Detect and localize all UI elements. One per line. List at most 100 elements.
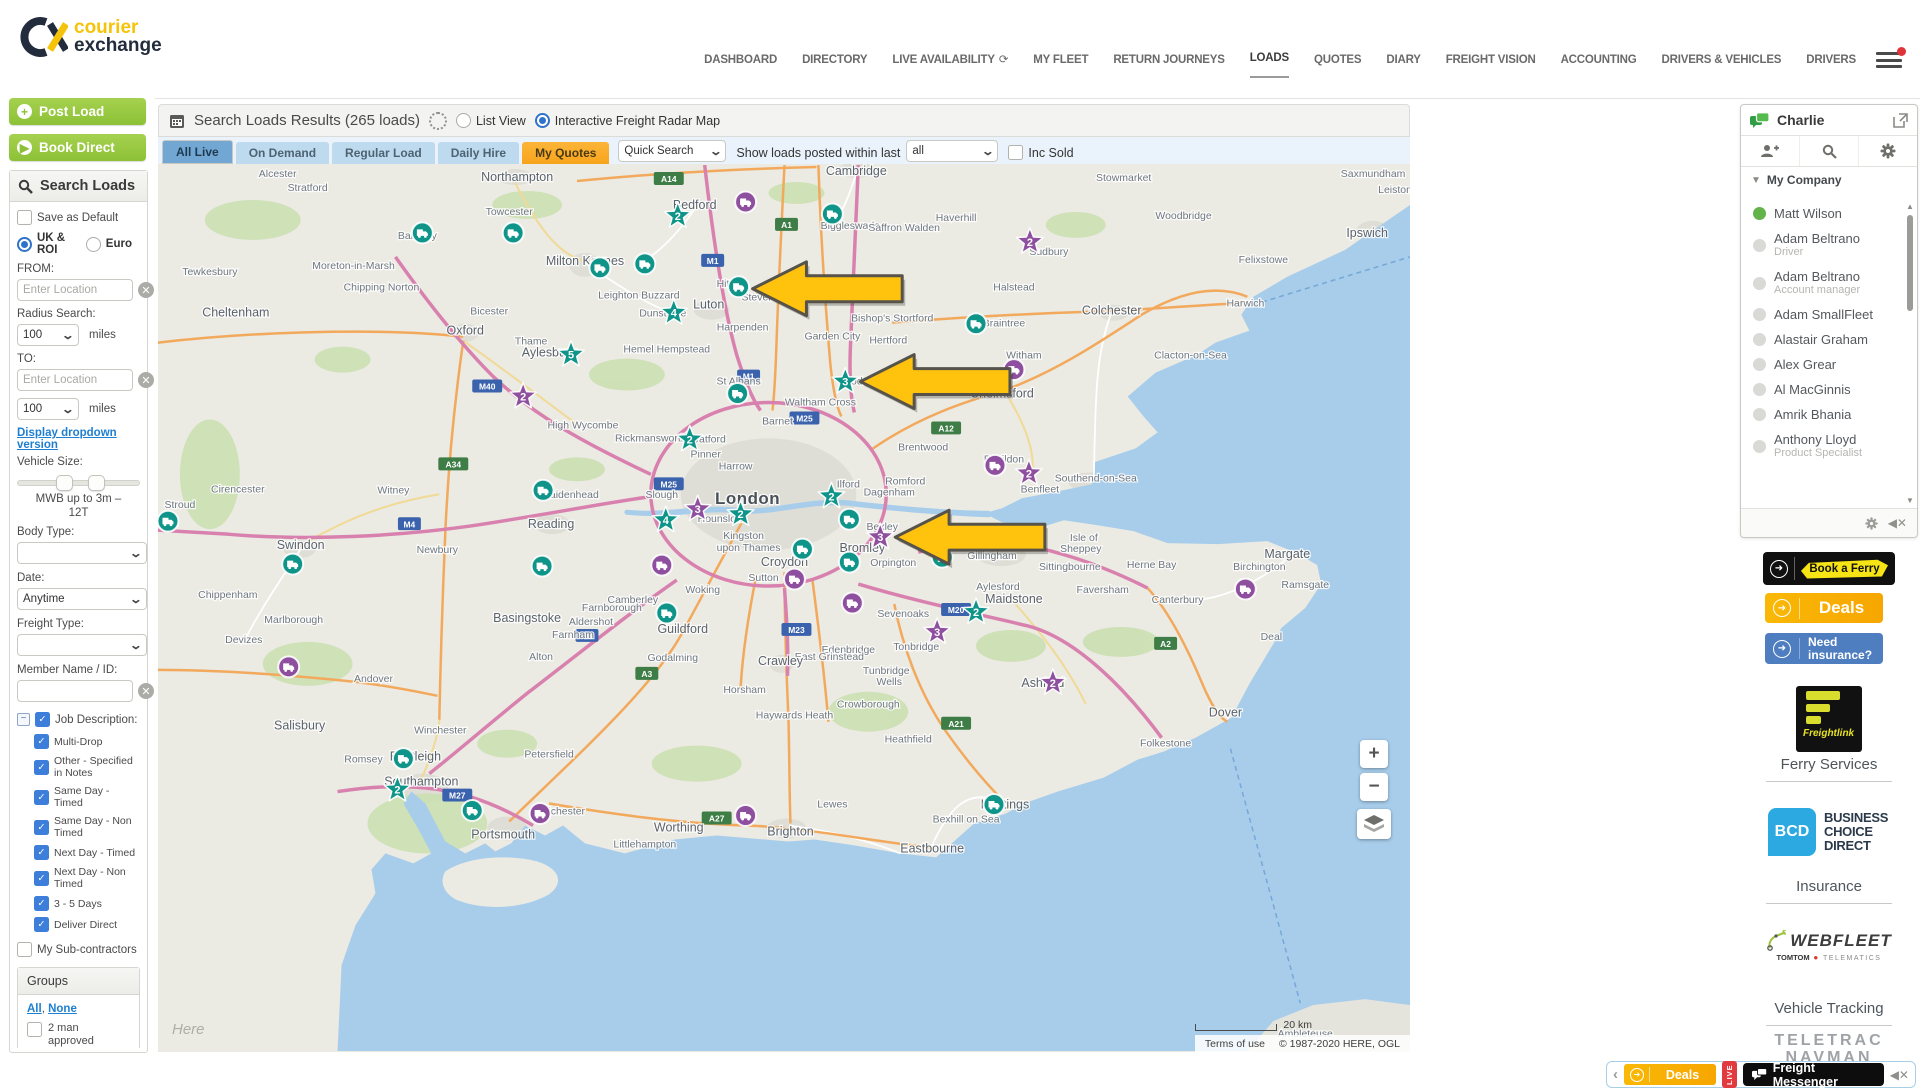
job-item-checkbox[interactable]: ✓	[34, 871, 49, 886]
load-marker[interactable]	[282, 554, 303, 575]
scroll-down-icon[interactable]: ▼	[1906, 497, 1914, 505]
contact-row[interactable]: Anthony LloydProduct Specialist	[1741, 427, 1905, 465]
hamburger-menu-icon[interactable]	[1876, 52, 1902, 70]
job-item-checkbox[interactable]: ✓	[34, 760, 49, 775]
nav-live-availability[interactable]: LIVE AVAILABILITY⟳	[892, 52, 1008, 78]
display-dropdown-version-link[interactable]: Display dropdown version	[17, 427, 140, 451]
load-marker[interactable]	[530, 803, 551, 824]
contact-row[interactable]: Amrik Bhania	[1741, 402, 1905, 427]
nav-quotes[interactable]: QUOTES	[1314, 54, 1361, 78]
search-contacts-button[interactable]	[1800, 136, 1859, 166]
nav-dashboard[interactable]: DASHBOARD	[704, 54, 777, 78]
groups-all-link[interactable]: All	[27, 1003, 42, 1015]
group-2man-checkbox[interactable]	[27, 1022, 42, 1037]
load-marker[interactable]	[651, 555, 672, 576]
body-type-select[interactable]: ⌄	[17, 542, 147, 564]
job-item-checkbox[interactable]: ✓	[34, 790, 49, 805]
load-marker[interactable]	[278, 656, 299, 677]
tab-regular-load[interactable]: Regular Load	[332, 142, 435, 164]
map-layers-button[interactable]	[1357, 809, 1391, 839]
clear-to-icon[interactable]: ✕	[138, 372, 154, 388]
bcd-insurance-ad[interactable]: BCD BUSINESSCHOICEDIRECT	[1768, 808, 1918, 856]
nav-directory[interactable]: DIRECTORY	[802, 54, 867, 78]
contact-row[interactable]: Adam BeltranoDriver	[1741, 226, 1905, 264]
refresh-icon[interactable]: ⟳	[999, 54, 1008, 66]
load-marker[interactable]	[728, 276, 749, 297]
contact-row[interactable]: Alex Grear	[1741, 352, 1905, 377]
load-marker[interactable]	[984, 794, 1005, 815]
load-marker[interactable]	[839, 552, 860, 573]
to-location-input[interactable]	[17, 369, 133, 391]
job-item-checkbox[interactable]: ✓	[34, 845, 49, 860]
load-marker[interactable]	[735, 191, 756, 212]
tab-all-live[interactable]: All Live	[162, 140, 233, 164]
gear-icon[interactable]	[1865, 517, 1878, 530]
load-marker[interactable]	[792, 539, 813, 560]
collapse-icon[interactable]: −	[17, 713, 30, 726]
deals-dock-button[interactable]: ➜ Deals	[1624, 1064, 1716, 1085]
load-marker[interactable]	[822, 203, 843, 224]
nav-accounting[interactable]: ACCOUNTING	[1561, 54, 1637, 78]
post-load-button[interactable]: + Post Load	[9, 98, 146, 125]
job-item-checkbox[interactable]: ✓	[34, 820, 49, 835]
region-radio-uk-roi[interactable]	[17, 237, 32, 252]
freight-radar-map[interactable]: M1M1M40M11M25M25M4M3M23M20M2M27A1A12A34A…	[158, 164, 1410, 1052]
region-radio-euro[interactable]	[86, 237, 101, 252]
load-marker[interactable]	[532, 556, 553, 577]
load-marker[interactable]	[839, 509, 860, 530]
mute-icon[interactable]: ◀✕	[1888, 516, 1907, 530]
tab-my-quotes[interactable]: My Quotes	[522, 142, 609, 164]
popout-icon[interactable]	[1893, 113, 1908, 128]
scrollbar-thumb[interactable]	[1907, 215, 1913, 311]
load-marker[interactable]	[589, 257, 610, 278]
tab-daily-hire[interactable]: Daily Hire	[438, 142, 519, 164]
quick-search-select[interactable]: Quick Search ⌄	[618, 140, 726, 162]
my-company-section[interactable]: ▼ My Company	[1741, 167, 1917, 193]
contact-row[interactable]: Alastair Graham	[1741, 327, 1905, 352]
load-marker[interactable]	[393, 748, 414, 769]
job-description-checkbox[interactable]: ✓	[35, 712, 50, 727]
list-view-radio[interactable]	[456, 113, 471, 128]
load-marker[interactable]	[503, 222, 524, 243]
job-item-checkbox[interactable]: ✓	[34, 734, 49, 749]
need-insurance-ad[interactable]: ➜ Need insurance?	[1765, 633, 1883, 664]
nav-return-journeys[interactable]: RETURN JOURNEYS	[1113, 54, 1224, 78]
load-marker[interactable]	[462, 800, 483, 821]
zoom-out-button[interactable]: −	[1360, 773, 1388, 801]
freight-messenger-button[interactable]: Freight Messenger	[1743, 1063, 1884, 1086]
job-item-checkbox[interactable]: ✓	[34, 917, 49, 932]
radar-view-option[interactable]: Interactive Freight Radar Map	[535, 113, 720, 128]
inc-sold-checkbox[interactable]	[1008, 145, 1023, 160]
nav-loads[interactable]: LOADS	[1250, 52, 1289, 78]
load-marker[interactable]	[842, 593, 863, 614]
clear-from-icon[interactable]: ✕	[138, 282, 154, 298]
contact-row[interactable]: Matt Wilson	[1741, 201, 1905, 226]
save-as-default-checkbox[interactable]	[17, 210, 32, 225]
load-marker[interactable]	[634, 253, 655, 274]
job-item-checkbox[interactable]: ✓	[34, 896, 49, 911]
contact-row[interactable]: Adam BeltranoAccount manager	[1741, 264, 1905, 302]
load-marker[interactable]	[656, 603, 677, 624]
book-a-ferry-ad[interactable]: ➜ Book a Ferry	[1763, 552, 1895, 585]
nav-drivers[interactable]: DRIVERS	[1806, 54, 1856, 78]
load-marker[interactable]	[966, 313, 987, 334]
nav-freight-vision[interactable]: FREIGHT VISION	[1446, 54, 1536, 78]
load-marker[interactable]	[985, 455, 1006, 476]
freight-type-select[interactable]: ⌄	[17, 634, 147, 656]
zoom-in-button[interactable]: +	[1360, 740, 1388, 768]
load-marker[interactable]	[412, 222, 433, 243]
to-radius-select[interactable]: 100 ⌄	[17, 398, 79, 420]
groups-none-link[interactable]: None	[48, 1003, 77, 1015]
from-radius-select[interactable]: 100 ⌄	[17, 324, 79, 346]
chevron-left-icon[interactable]: ‹	[1613, 1066, 1618, 1083]
date-select[interactable]: Anytime ⌄	[17, 588, 147, 610]
deals-ad[interactable]: ➜ Deals	[1765, 593, 1883, 623]
radar-view-radio[interactable]	[535, 113, 550, 128]
slider-handle-min[interactable]	[56, 475, 73, 491]
cx-logo[interactable]: courier exchange	[16, 14, 162, 60]
nav-diary[interactable]: DIARY	[1386, 54, 1420, 78]
messenger-settings-button[interactable]	[1859, 136, 1917, 166]
member-name-input[interactable]	[17, 680, 133, 702]
mute-icon[interactable]: ◀✕	[1890, 1068, 1909, 1082]
my-subcontractors-checkbox[interactable]	[17, 942, 32, 957]
